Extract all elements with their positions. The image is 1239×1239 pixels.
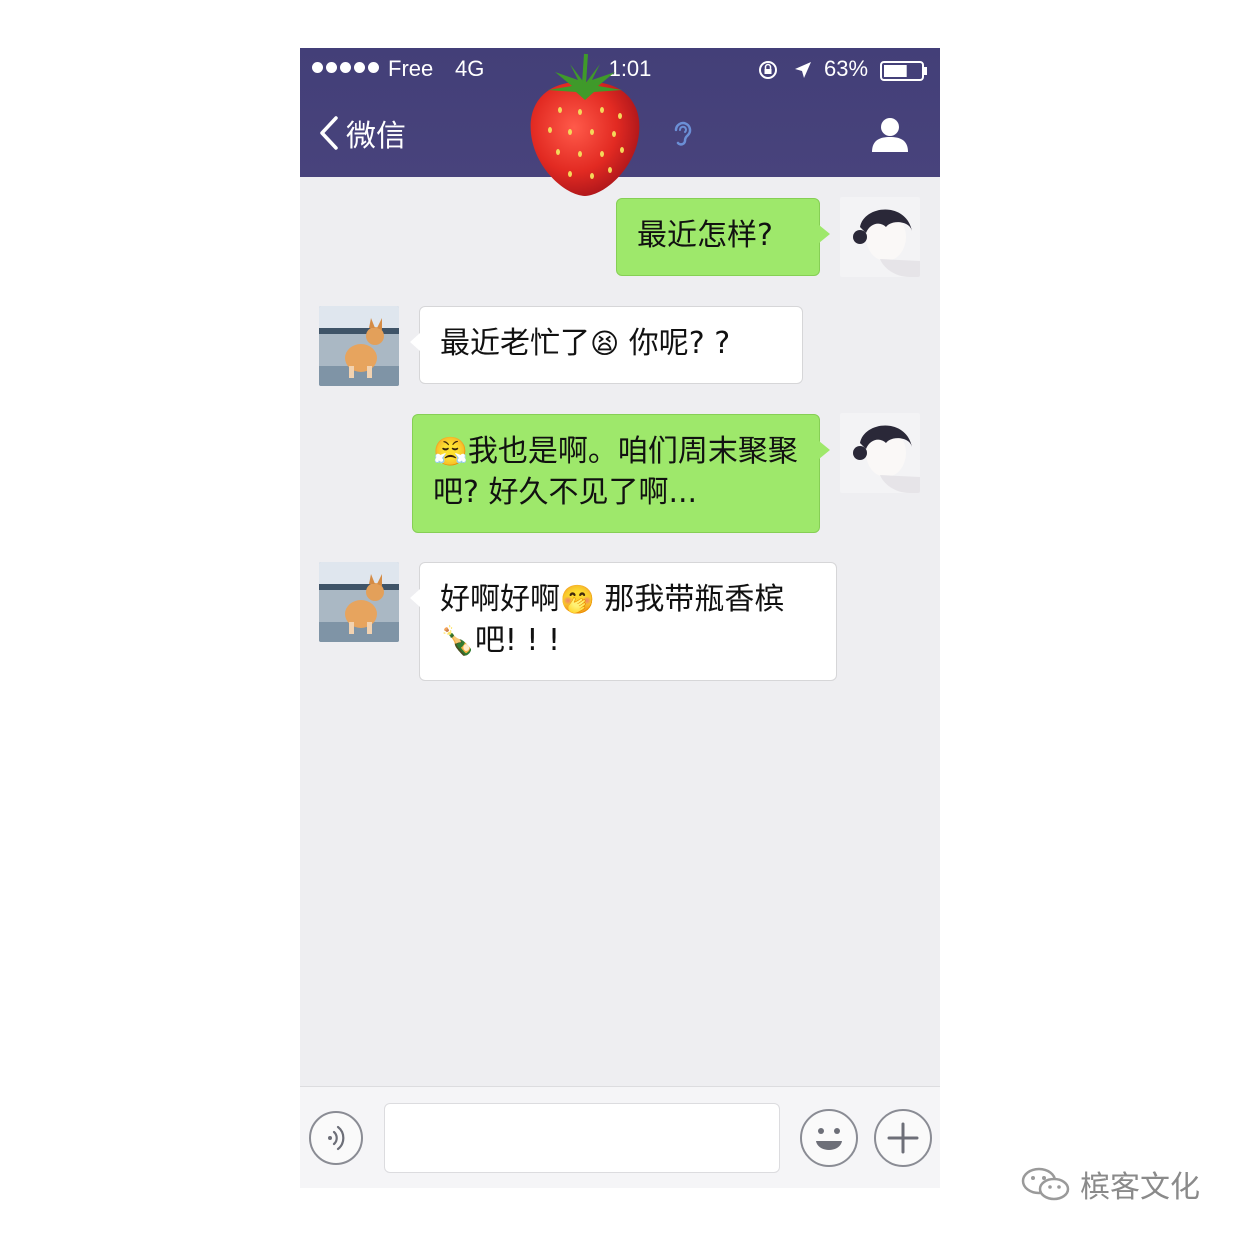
profile-icon[interactable]	[870, 114, 910, 154]
tired-face-emoji: 😫	[590, 327, 620, 360]
champagne-bottle-emoji: 🍾	[440, 624, 475, 657]
message-bubble-outgoing[interactable]: 😤我也是啊。咱们周末聚聚吧? 好久不见了啊...	[412, 414, 830, 533]
message-bubble-incoming[interactable]: 好啊好啊🤭 那我带瓶香槟 🍾吧! ! !	[410, 562, 837, 681]
voice-icon	[328, 1125, 345, 1151]
my-avatar[interactable]	[840, 197, 920, 277]
battery-percent: 63%	[824, 56, 869, 81]
message-text: 好啊好啊	[440, 582, 560, 617]
contact-avatar[interactable]	[319, 562, 399, 642]
plus-icon	[887, 1122, 919, 1154]
message-text-line2: 吧! ! !	[474, 623, 561, 658]
rotation-lock-icon	[759, 61, 777, 79]
message-text: 最近怎样?	[637, 218, 773, 253]
my-avatar[interactable]	[840, 413, 920, 493]
watermark: 槟客文化	[1020, 1164, 1200, 1205]
voice-input-button[interactable]	[309, 1111, 363, 1165]
watermark-text: 槟客文化	[1080, 1170, 1200, 1205]
woman-profile-avatar-image	[840, 413, 920, 493]
message-text-continued: 你呢? ?	[628, 326, 731, 361]
frustrated-face-emoji: 😤	[433, 435, 468, 468]
earpiece-mode-icon	[674, 121, 692, 146]
wechat-logo-icon	[1021, 1167, 1070, 1201]
strawberry-sticker	[530, 53, 640, 196]
message-bubble-outgoing[interactable]: 最近怎样?	[616, 198, 830, 276]
phone-screen: Free 4G 1:01 63% 微信 最近怎样? 最近老忙了😫 你呢? ? 😤…	[300, 48, 940, 1188]
signal-dots	[312, 62, 379, 73]
input-bar	[300, 1086, 940, 1188]
emoji-button[interactable]	[800, 1109, 858, 1167]
kitten-avatar-image	[319, 562, 399, 642]
message-text-continued: 那我带瓶香槟	[604, 582, 785, 617]
message-text: 最近老忙了	[440, 326, 590, 361]
message-text: 我也是啊。咱们周末聚聚吧? 好久不见了啊...	[433, 434, 798, 510]
carrier-label: Free	[388, 56, 434, 81]
kitten-avatar-image	[319, 306, 399, 386]
location-arrow-icon	[795, 62, 811, 78]
emoji-icon	[816, 1128, 842, 1150]
hand-over-mouth-emoji: 🤭	[560, 583, 595, 616]
more-options-button[interactable]	[874, 1109, 932, 1167]
message-bubble-incoming[interactable]: 最近老忙了😫 你呢? ?	[410, 306, 803, 384]
contact-avatar[interactable]	[319, 306, 399, 386]
woman-profile-avatar-image	[840, 197, 920, 277]
battery-icon	[880, 61, 927, 81]
network-label: 4G	[455, 56, 485, 81]
message-input[interactable]	[384, 1103, 780, 1173]
